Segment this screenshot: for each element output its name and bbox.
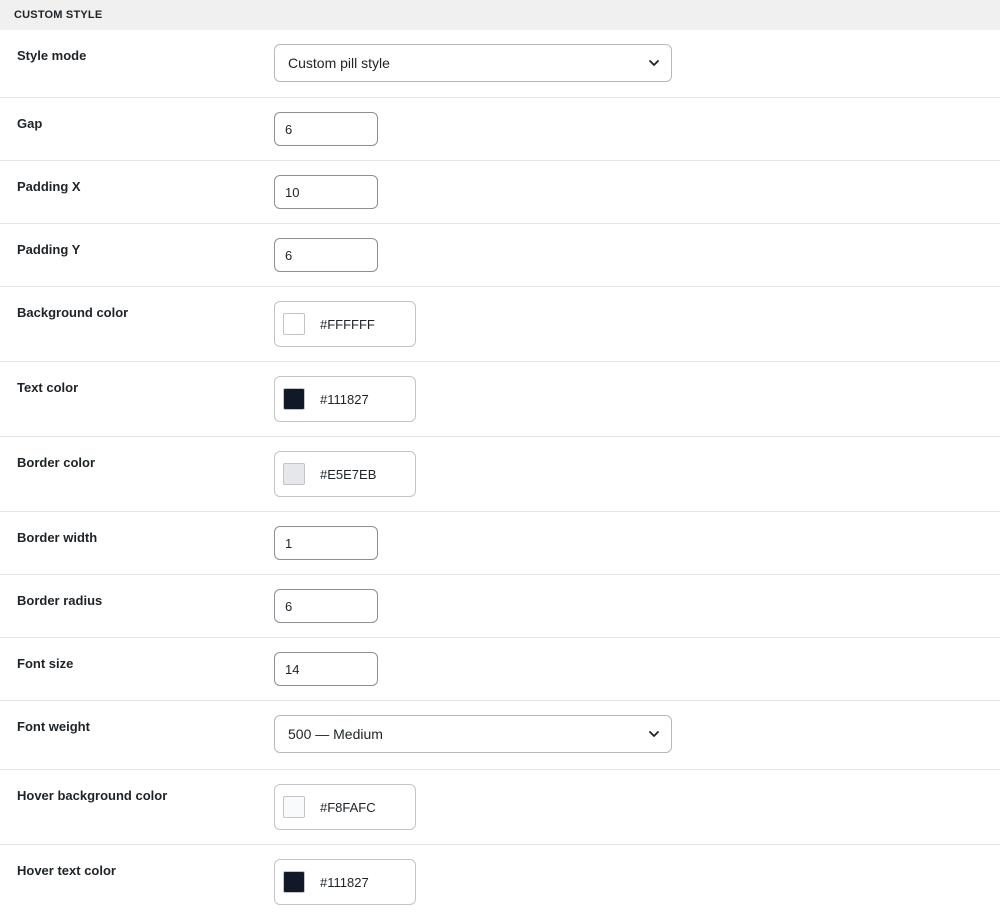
row-padding-x: Padding X 10 [0, 161, 1000, 224]
text-color-picker[interactable]: #111827 [274, 376, 416, 422]
border-color-picker[interactable]: #E5E7EB [274, 451, 416, 497]
row-border-color: Border color #E5E7EB [0, 437, 1000, 512]
font-weight-label: Font weight [17, 719, 90, 734]
border-color-swatch[interactable] [283, 463, 305, 485]
text-color-label: Text color [17, 380, 79, 395]
border-radius-value: 6 [285, 598, 293, 614]
style-mode-select[interactable]: Custom pill style [274, 44, 672, 82]
padding-x-value: 10 [285, 184, 300, 200]
row-border-width: Border width 1 [0, 512, 1000, 575]
row-padding-y: Padding Y 6 [0, 224, 1000, 287]
font-weight-value: 500 — Medium [288, 726, 383, 742]
padding-x-label: Padding X [17, 179, 81, 194]
style-mode-label: Style mode [17, 48, 87, 63]
border-radius-input[interactable]: 6 [274, 589, 378, 623]
hover-text-color-swatch[interactable] [283, 871, 305, 893]
font-size-input[interactable]: 14 [274, 652, 378, 686]
text-color-hex: #111827 [320, 391, 369, 407]
row-text-color: Text color #111827 [0, 362, 1000, 437]
row-hover-text-color: Hover text color #111827 [0, 845, 1000, 919]
chevron-down-icon [649, 60, 659, 66]
border-color-hex: #E5E7EB [320, 466, 377, 482]
hover-text-color-picker[interactable]: #111827 [274, 859, 416, 905]
font-weight-select[interactable]: 500 — Medium [274, 715, 672, 753]
padding-y-label: Padding Y [17, 242, 81, 257]
style-mode-value: Custom pill style [288, 55, 390, 71]
hover-background-color-label: Hover background color [17, 788, 168, 803]
padding-y-value: 6 [285, 247, 293, 263]
background-color-hex: #FFFFFF [320, 316, 375, 332]
hover-background-color-swatch[interactable] [283, 796, 305, 818]
background-color-picker[interactable]: #FFFFFF [274, 301, 416, 347]
background-color-label: Background color [17, 305, 129, 320]
font-size-value: 14 [285, 661, 300, 677]
chevron-down-icon [649, 731, 659, 737]
hover-text-color-hex: #111827 [320, 874, 369, 890]
row-style-mode: Style mode Custom pill style [0, 30, 1000, 98]
section-title: CUSTOM STYLE [14, 9, 103, 21]
row-hover-background-color: Hover background color #F8FAFC [0, 770, 1000, 845]
gap-input[interactable]: 6 [274, 112, 378, 146]
section-header: CUSTOM STYLE [0, 0, 1000, 30]
border-width-label: Border width [17, 530, 98, 545]
border-width-input[interactable]: 1 [274, 526, 378, 560]
gap-value: 6 [285, 121, 293, 137]
border-color-label: Border color [17, 455, 96, 470]
font-size-label: Font size [17, 656, 74, 671]
padding-x-input[interactable]: 10 [274, 175, 378, 209]
row-font-size: Font size 14 [0, 638, 1000, 701]
hover-text-color-label: Hover text color [17, 863, 116, 878]
background-color-swatch[interactable] [283, 313, 305, 335]
border-width-value: 1 [285, 535, 293, 551]
row-gap: Gap 6 [0, 98, 1000, 161]
text-color-swatch[interactable] [283, 388, 305, 410]
hover-background-color-hex: #F8FAFC [320, 799, 376, 815]
row-background-color: Background color #FFFFFF [0, 287, 1000, 362]
border-radius-label: Border radius [17, 593, 103, 608]
row-border-radius: Border radius 6 [0, 575, 1000, 638]
gap-label: Gap [17, 116, 43, 131]
row-font-weight: Font weight 500 — Medium [0, 701, 1000, 770]
hover-background-color-picker[interactable]: #F8FAFC [274, 784, 416, 830]
padding-y-input[interactable]: 6 [274, 238, 378, 272]
